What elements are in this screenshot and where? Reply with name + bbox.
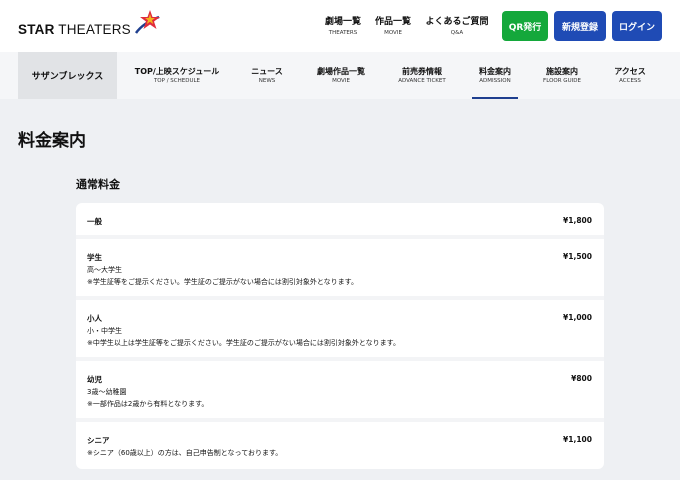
register-button[interactable]: 新規登録 xyxy=(554,11,606,41)
price-amount: ¥1,000 xyxy=(563,313,592,322)
site-logo[interactable]: STAR THEATERS xyxy=(18,10,161,44)
theater-name-tab[interactable]: サザンブレックス xyxy=(18,52,117,99)
price-note: 小・中学生 xyxy=(87,327,122,335)
logo-text: STAR THEATERS xyxy=(18,21,131,37)
price-note: ※学生証等をご提示ください。学生証のご提示がない場合には割引対象外となります。 xyxy=(87,278,358,286)
site-header: STAR THEATERS 劇場一覧 THEATERS 作品一覧 MOVIE よ… xyxy=(0,0,680,52)
tab-floor-guide[interactable]: 施設案内 FLOOR GUIDE xyxy=(540,66,584,99)
price-note: ※シニア（60歳以上）の方は、自己申告制となっております。 xyxy=(87,449,283,457)
tab-admission[interactable]: 料金案内 ADMISSION xyxy=(472,66,518,99)
price-category: 学生 xyxy=(87,253,102,262)
qr-issue-button[interactable]: QR発行 xyxy=(502,11,548,41)
tab-news[interactable]: ニュース NEWS xyxy=(246,66,288,99)
section-title: 通常料金 xyxy=(76,178,120,191)
price-table: 一般 ¥1,800 学生 ¥1,500 高〜大学生 ※学生証等をご提示ください。… xyxy=(76,203,604,469)
price-note: ※中学生以上は学生証等をご提示ください。学生証のご提示がない場合には割引対象外と… xyxy=(87,339,400,347)
login-button[interactable]: ログイン xyxy=(612,11,662,41)
nav-faq[interactable]: よくあるご質問 Q&A xyxy=(422,16,492,40)
price-amount: ¥1,500 xyxy=(563,252,592,261)
tab-movie[interactable]: 劇場作品一覧 MOVIE xyxy=(313,66,369,99)
price-row-student: 学生 ¥1,500 高〜大学生 ※学生証等をご提示ください。学生証のご提示がない… xyxy=(76,239,604,300)
price-amount: ¥1,800 xyxy=(563,216,592,225)
tab-advance-ticket[interactable]: 前売券情報 ADVANCE TICKET xyxy=(392,66,452,99)
star-logo-icon xyxy=(134,10,160,34)
tab-access[interactable]: アクセス ACCESS xyxy=(610,66,650,99)
price-category: 幼児 xyxy=(87,375,102,384)
price-note: 高〜大学生 xyxy=(87,266,122,274)
price-amount: ¥800 xyxy=(571,374,592,383)
price-amount: ¥1,100 xyxy=(563,435,592,444)
page-title: 料金案内 xyxy=(18,131,86,151)
price-row-child: 小人 ¥1,000 小・中学生 ※中学生以上は学生証等をご提示ください。学生証の… xyxy=(76,300,604,361)
price-category: 一般 xyxy=(87,217,102,226)
theater-nav: サザンブレックス TOP/上映スケジュール TOP / SCHEDULE ニュー… xyxy=(0,52,680,99)
price-note: ※一部作品は2歳から有料となります。 xyxy=(87,400,209,408)
price-note: 3歳〜幼稚園 xyxy=(87,388,127,396)
price-category: 小人 xyxy=(87,314,102,323)
price-row-general: 一般 ¥1,800 xyxy=(76,203,604,239)
price-category: シニア xyxy=(87,436,110,445)
nav-theaters[interactable]: 劇場一覧 THEATERS xyxy=(322,16,364,40)
price-row-senior: シニア ¥1,100 ※シニア（60歳以上）の方は、自己申告制となっております。 xyxy=(76,422,604,469)
nav-movie[interactable]: 作品一覧 MOVIE xyxy=(372,16,414,40)
tab-top-schedule[interactable]: TOP/上映スケジュール TOP / SCHEDULE xyxy=(130,66,224,99)
price-row-infant: 幼児 ¥800 3歳〜幼稚園 ※一部作品は2歳から有料となります。 xyxy=(76,361,604,422)
